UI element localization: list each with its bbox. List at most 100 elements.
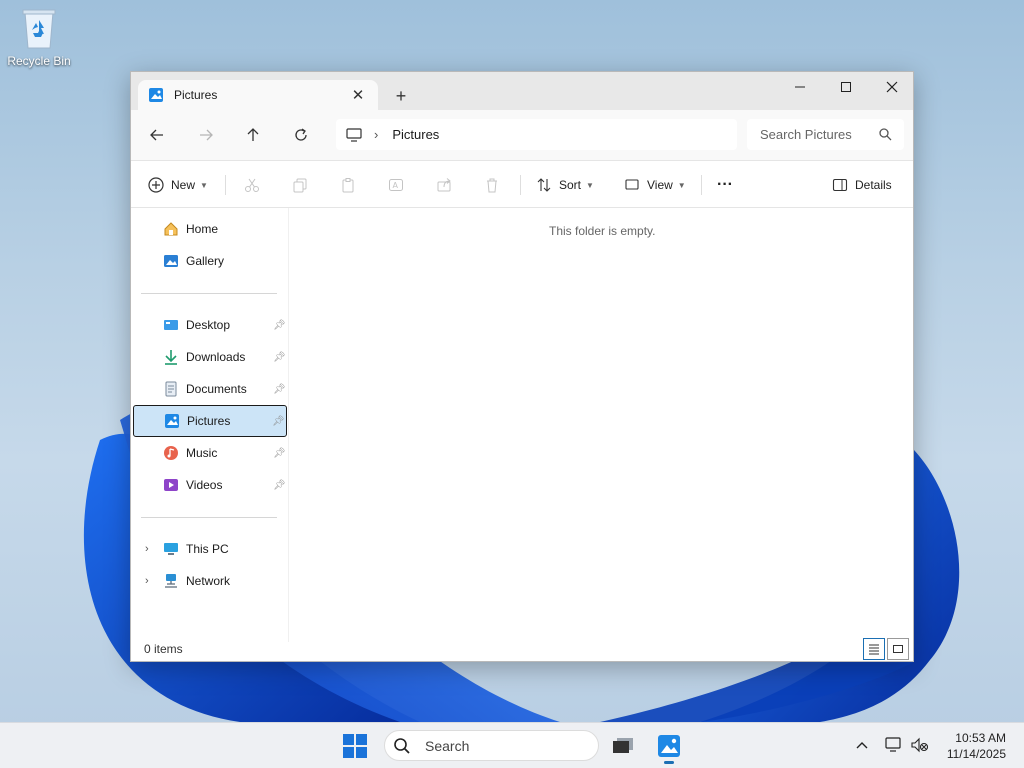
taskbar-app-photos[interactable]: [653, 730, 685, 764]
chevron-right-icon[interactable]: ›: [145, 543, 149, 555]
sidebar-item-label: Documents: [186, 382, 247, 396]
rename-icon: A: [387, 176, 405, 194]
sidebar-item-desktop[interactable]: Desktop 📌︎: [133, 309, 287, 341]
sort-button[interactable]: Sort ▼: [535, 173, 594, 197]
sidebar-item-label: Downloads: [186, 350, 246, 364]
this-pc-icon: [163, 541, 179, 557]
sidebar-item-downloads[interactable]: Downloads 📌︎: [133, 341, 287, 373]
network-status-button[interactable]: [884, 735, 904, 755]
rename-button[interactable]: A: [387, 173, 411, 197]
large-icons-view-button[interactable]: [887, 638, 909, 660]
chevron-right-icon[interactable]: ›: [374, 127, 378, 142]
pin-icon[interactable]: 📌︎: [273, 352, 286, 363]
sidebar-item-network[interactable]: › Network: [133, 565, 287, 597]
tab-title: Pictures: [174, 88, 218, 102]
chevron-down-icon: ▼: [677, 180, 686, 190]
details-label: Details: [855, 178, 892, 192]
system-clock[interactable]: 10:53 AM 11/14/2025: [947, 730, 1006, 762]
chevron-right-icon[interactable]: ›: [145, 575, 149, 587]
maximize-button[interactable]: [823, 72, 869, 102]
divider: [141, 517, 277, 518]
sidebar-item-videos[interactable]: Videos 📌︎: [133, 469, 287, 501]
refresh-icon: [295, 128, 307, 141]
address-bar[interactable]: › Pictures: [336, 119, 737, 150]
recycle-bin-icon: [19, 6, 59, 50]
task-view-button[interactable]: [607, 730, 639, 762]
start-button[interactable]: [342, 733, 368, 759]
active-app-indicator: [664, 761, 674, 764]
sidebar-item-gallery[interactable]: Gallery: [133, 245, 287, 277]
pin-icon[interactable]: 📌︎: [273, 384, 286, 395]
paste-button[interactable]: [339, 173, 363, 197]
pin-icon[interactable]: 📌︎: [272, 416, 285, 427]
view-button[interactable]: View ▼: [623, 173, 686, 197]
forward-arrow-icon: [200, 129, 213, 141]
minimize-button[interactable]: [777, 72, 823, 102]
details-view-button[interactable]: [863, 638, 885, 660]
sidebar-item-pictures[interactable]: Pictures 📌︎: [133, 405, 287, 437]
copy-button[interactable]: [291, 173, 315, 197]
new-label: New: [171, 178, 196, 192]
view-icon: [623, 176, 641, 194]
clipboard-icon: [339, 176, 357, 194]
search-placeholder: Search Pictures: [760, 127, 852, 142]
sidebar-item-home[interactable]: Home: [133, 213, 287, 245]
taskbar-search-label: Search: [425, 737, 470, 754]
close-button[interactable]: [869, 72, 915, 102]
forward-button[interactable]: [192, 122, 220, 148]
list-view-icon: [869, 644, 879, 655]
chevron-up-icon: [856, 742, 868, 749]
windows-logo-icon: [343, 734, 367, 758]
tab-pictures[interactable]: Pictures ✕: [138, 80, 378, 110]
share-button[interactable]: [435, 173, 459, 197]
share-icon: [435, 176, 453, 194]
sidebar-item-label: Home: [186, 222, 219, 236]
pictures-icon: [164, 413, 180, 429]
network-monitor-icon: [885, 737, 901, 752]
recycle-bin[interactable]: Recycle Bin: [4, 6, 74, 68]
plus-circle-icon: [147, 176, 165, 194]
pin-icon[interactable]: 📌︎: [273, 480, 286, 491]
more-options-button[interactable]: ···: [717, 173, 733, 197]
gallery-icon: [163, 253, 179, 269]
navigation-bar: › Pictures Search Pictures: [131, 110, 913, 160]
search-input[interactable]: Search Pictures: [747, 119, 904, 150]
sidebar-item-music[interactable]: Music 📌︎: [133, 437, 287, 469]
up-button[interactable]: [239, 122, 267, 148]
new-button[interactable]: New ▼: [147, 173, 208, 197]
sidebar-item-label: Pictures: [187, 414, 231, 428]
trash-icon: [483, 176, 501, 194]
clock-time: 10:53 AM: [955, 731, 1006, 745]
show-hidden-icons-button[interactable]: [852, 735, 872, 755]
tiles-view-icon: [893, 645, 903, 653]
empty-folder-message: This folder is empty.: [549, 224, 656, 238]
divider: [225, 175, 226, 195]
sidebar-item-documents[interactable]: Documents 📌︎: [133, 373, 287, 405]
pin-icon[interactable]: 📌︎: [273, 448, 286, 459]
details-button[interactable]: Details: [831, 173, 892, 197]
volume-button[interactable]: [910, 735, 930, 755]
pin-icon[interactable]: 📌︎: [273, 320, 286, 331]
taskbar-search-box[interactable]: Search: [384, 730, 599, 761]
tab-close-icon[interactable]: ✕: [348, 85, 368, 105]
desktop-folder-icon: [163, 317, 179, 333]
new-tab-button[interactable]: +: [389, 84, 413, 108]
refresh-button[interactable]: [287, 122, 315, 148]
delete-button[interactable]: [483, 173, 507, 197]
clock-date: 11/14/2025: [946, 747, 1006, 761]
divider: [701, 175, 702, 195]
back-button[interactable]: [143, 122, 171, 148]
sidebar-item-label: Desktop: [186, 318, 231, 332]
divider: [520, 175, 521, 195]
sidebar-item-this-pc[interactable]: › This PC: [133, 533, 287, 565]
breadcrumb-pictures[interactable]: Pictures: [392, 127, 439, 142]
cut-button[interactable]: [243, 173, 267, 197]
pictures-icon: [658, 735, 680, 757]
home-icon: [163, 221, 179, 237]
sort-icon: [535, 176, 553, 194]
documents-icon: [163, 381, 179, 397]
scissors-icon: [243, 176, 261, 194]
search-icon: [879, 128, 892, 141]
command-bar: New ▼ A Sort ▼ View ▼ ··· Details: [131, 160, 913, 208]
task-view-icon: [613, 738, 633, 753]
